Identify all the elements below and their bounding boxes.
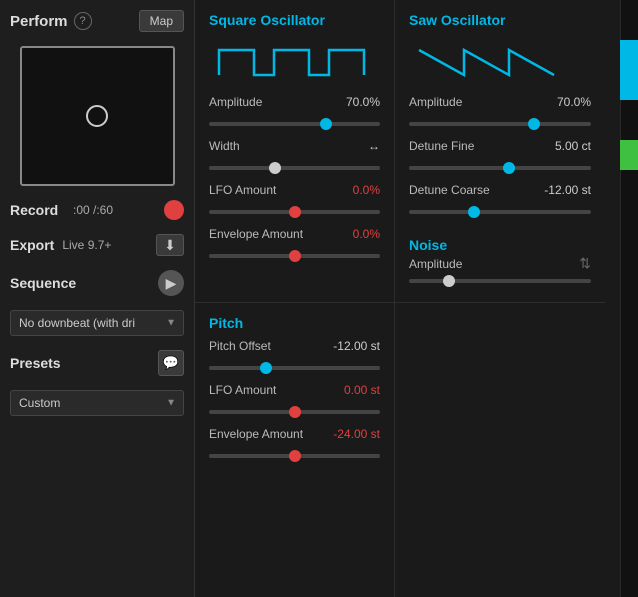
right-edge-cyan [620, 40, 638, 100]
right-edge-green [620, 140, 638, 170]
saw-wave-svg [409, 40, 569, 85]
play-button[interactable]: ▶ [158, 270, 184, 296]
noise-title: Noise [409, 237, 591, 253]
record-row: Record :00 /:60 [10, 200, 184, 220]
pitch-lfo-label: LFO Amount [209, 383, 289, 397]
sq-width-slider[interactable] [209, 166, 380, 170]
sq-lfo-slider[interactable] [209, 210, 380, 214]
main-layout: Perform ? Map Record :00 /:60 Export Liv… [0, 0, 638, 597]
presets-dropdown-wrapper: Custom ▼ [10, 390, 184, 416]
noise-amplitude-label: Amplitude [409, 257, 489, 271]
pitch-offset-row: Pitch Offset -12.00 st [209, 339, 380, 353]
noise-section: Noise Amplitude ⇅ [409, 237, 591, 290]
sq-amplitude-slider-container [209, 115, 380, 129]
sq-amplitude-slider[interactable] [209, 122, 380, 126]
record-time: :00 /:60 [73, 203, 113, 217]
sequence-dropdown-wrapper: No downbeat (with dri ▼ [10, 310, 184, 336]
sq-lfo-label: LFO Amount [209, 183, 289, 197]
pitch-panel: Pitch Pitch Offset -12.00 st LFO Amount … [195, 303, 395, 597]
presets-icon[interactable]: 💬 [158, 350, 184, 376]
export-version: Live 9.7+ [62, 238, 111, 252]
saw-amplitude-label: Amplitude [409, 95, 489, 109]
pitch-offset-label: Pitch Offset [209, 339, 289, 353]
sq-env-label: Envelope Amount [209, 227, 303, 241]
sq-env-slider[interactable] [209, 254, 380, 258]
record-label: Record [10, 202, 65, 218]
saw-amplitude-row: Amplitude 70.0% [409, 95, 591, 109]
pitch-offset-value: -12.00 st [330, 339, 380, 353]
saw-detune-fine-row: Detune Fine 5.00 ct [409, 139, 591, 153]
saw-amplitude-slider[interactable] [409, 122, 591, 126]
sq-env-slider-container [209, 247, 380, 261]
saw-detune-coarse-label: Detune Coarse [409, 183, 490, 197]
pitch-offset-slider[interactable] [209, 366, 380, 370]
sq-amplitude-label: Amplitude [209, 95, 289, 109]
noise-amplitude-row: Amplitude ⇅ [409, 255, 591, 272]
panels-grid: Square Oscillator Amplitude 70.0% Width … [195, 0, 620, 597]
presets-row: Presets 💬 [10, 350, 184, 376]
pitch-title: Pitch [209, 315, 380, 331]
saw-detune-coarse-value: -12.00 st [541, 183, 591, 197]
left-panel: Perform ? Map Record :00 /:60 Export Liv… [0, 0, 195, 597]
saw-detune-coarse-slider-container [409, 203, 591, 217]
pitch-lfo-slider-container [209, 403, 380, 417]
pitch-lfo-slider[interactable] [209, 410, 380, 414]
pitch-lfo-row: LFO Amount 0.00 st [209, 383, 380, 397]
fourth-quadrant [395, 303, 605, 597]
saw-detune-fine-slider[interactable] [409, 166, 591, 170]
sq-width-value: ↔ [330, 139, 380, 153]
perform-pad[interactable] [20, 46, 175, 186]
noise-amplitude-slider[interactable] [409, 279, 591, 283]
saw-oscillator-title: Saw Oscillator [409, 12, 591, 28]
perform-dot [86, 105, 108, 127]
sq-lfo-row: LFO Amount 0.0% [209, 183, 380, 197]
saw-detune-coarse-row: Detune Coarse -12.00 st [409, 183, 591, 197]
square-oscillator-title: Square Oscillator [209, 12, 380, 28]
export-label: Export [10, 237, 54, 253]
export-button[interactable]: ⬇ [156, 234, 184, 256]
saw-amplitude-slider-container [409, 115, 591, 129]
sq-amplitude-row: Amplitude 70.0% [209, 95, 380, 109]
pitch-env-slider-container [209, 447, 380, 461]
sequence-dropdown[interactable]: No downbeat (with dri [10, 310, 184, 336]
pitch-env-slider[interactable] [209, 454, 380, 458]
saw-oscillator-panel: Saw Oscillator Amplitude 70.0% Detune Fi… [395, 0, 605, 303]
sequence-row: Sequence ▶ [10, 270, 184, 296]
presets-dropdown[interactable]: Custom [10, 390, 184, 416]
sq-env-value: 0.0% [330, 227, 380, 241]
export-row: Export Live 9.7+ ⬇ [10, 234, 184, 256]
perform-section-header: Perform ? Map [10, 10, 184, 32]
saw-detune-fine-label: Detune Fine [409, 139, 489, 153]
pitch-lfo-value: 0.00 st [330, 383, 380, 397]
saw-amplitude-value: 70.0% [541, 95, 591, 109]
pitch-env-label: Envelope Amount [209, 427, 303, 441]
sq-width-label: Width [209, 139, 289, 153]
sq-width-row: Width ↔ [209, 139, 380, 153]
perform-title: Perform [10, 13, 68, 30]
sq-amplitude-value: 70.0% [330, 95, 380, 109]
right-edge-strip [620, 0, 638, 597]
square-wave-svg [209, 40, 369, 85]
help-icon[interactable]: ? [74, 12, 92, 30]
sq-env-row: Envelope Amount 0.0% [209, 227, 380, 241]
saw-detune-fine-value: 5.00 ct [541, 139, 591, 153]
right-hint [409, 315, 425, 585]
saw-detune-coarse-slider[interactable] [409, 210, 591, 214]
saw-detune-fine-slider-container [409, 159, 591, 173]
pitch-offset-slider-container [209, 359, 380, 373]
map-button[interactable]: Map [139, 10, 184, 32]
noise-amplitude-slider-container [409, 272, 591, 286]
record-button[interactable] [164, 200, 184, 220]
sq-lfo-value: 0.0% [330, 183, 380, 197]
square-oscillator-panel: Square Oscillator Amplitude 70.0% Width … [195, 0, 395, 303]
sq-lfo-slider-container [209, 203, 380, 217]
sq-width-slider-container [209, 159, 380, 173]
presets-label: Presets [10, 355, 65, 371]
pitch-env-row: Envelope Amount -24.00 st [209, 427, 380, 441]
noise-amplitude-arrows: ⇅ [579, 255, 591, 272]
pitch-env-value: -24.00 st [330, 427, 380, 441]
sequence-label: Sequence [10, 275, 76, 291]
